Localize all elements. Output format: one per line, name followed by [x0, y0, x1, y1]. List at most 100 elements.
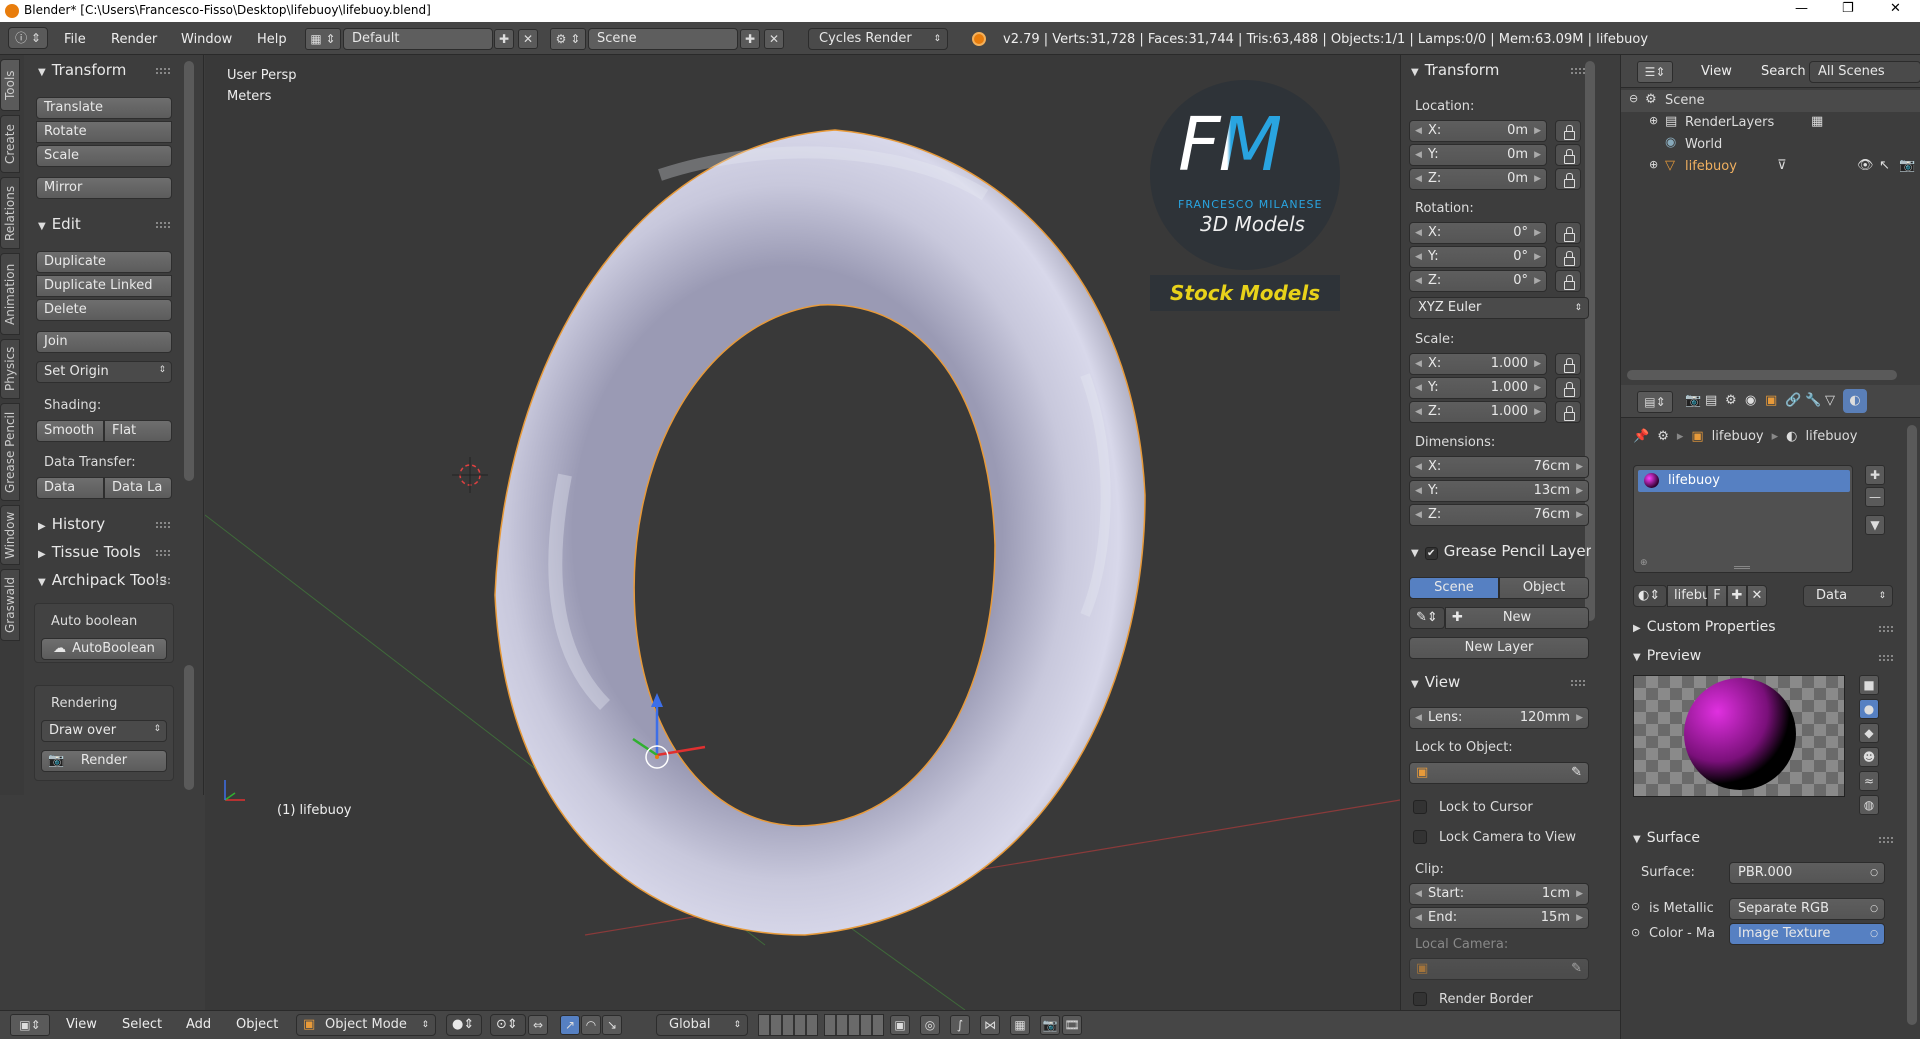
- tool-shelf-scrollbar-lower[interactable]: [184, 665, 194, 790]
- drag-handle-icon[interactable]: [156, 222, 170, 228]
- render-button[interactable]: 📷 Render: [41, 750, 167, 772]
- menu-help[interactable]: Help: [257, 32, 287, 47]
- opengl-anim-icon[interactable]: 🎞: [1062, 1015, 1082, 1035]
- drag-handle-icon[interactable]: [156, 550, 170, 556]
- render-camera-icon[interactable]: 📷: [1899, 158, 1915, 173]
- data-transfer-button[interactable]: Data: [36, 477, 104, 499]
- transform-header[interactable]: ▼ Transform: [38, 61, 126, 79]
- translate-manipulator-icon[interactable]: ↗: [560, 1015, 580, 1035]
- lock-camera-checkbox[interactable]: [1413, 830, 1427, 844]
- screen-layout-icon[interactable]: ▦ ⇕: [305, 28, 341, 50]
- draw-over-dropdown[interactable]: Draw over: [41, 720, 167, 742]
- preview-monkey-icon[interactable]: ☻: [1859, 747, 1879, 767]
- pivot-dropdown[interactable]: ⊙⇕: [490, 1014, 526, 1036]
- grease-pencil-layer-header[interactable]: ▼ ✔ Grease Pencil Layer: [1411, 542, 1591, 560]
- preview-header[interactable]: ▼ Preview: [1633, 648, 1701, 664]
- eyedropper-icon[interactable]: ✎: [1571, 763, 1582, 783]
- outliner-row-world[interactable]: ◉ World: [1621, 134, 1920, 156]
- layout-add-icon[interactable]: ✚: [494, 29, 514, 49]
- surface-node-field[interactable]: PBR.000 ○: [1729, 862, 1885, 884]
- gp-brush-icon[interactable]: ✎⇕: [1409, 607, 1445, 629]
- drag-handle-icon[interactable]: [156, 578, 170, 584]
- smooth-button[interactable]: Smooth: [36, 420, 104, 442]
- lock-to-cursor-checkbox[interactable]: [1413, 800, 1427, 814]
- add-menu[interactable]: Add: [186, 1017, 211, 1032]
- rotate-button[interactable]: Rotate: [36, 121, 172, 143]
- tab-relations[interactable]: Relations: [0, 177, 20, 249]
- object-menu[interactable]: Object: [236, 1017, 278, 1032]
- preview-sky-icon[interactable]: ◍: [1859, 795, 1879, 815]
- lock-location-y-icon[interactable]: [1555, 144, 1581, 166]
- outliner-search-menu[interactable]: Search: [1761, 64, 1806, 79]
- scene-add-icon[interactable]: ✚: [740, 29, 760, 49]
- lock-layers-icon[interactable]: ▣: [890, 1015, 910, 1035]
- tissue-tools-header[interactable]: ▶ Tissue Tools: [38, 543, 141, 561]
- dimension-x-field[interactable]: ◀ X: 76cm ▶: [1409, 456, 1589, 478]
- properties-editor-icon[interactable]: ▤⇕: [1637, 391, 1673, 413]
- lock-rotation-x-icon[interactable]: [1555, 222, 1581, 244]
- gp-new-layer-button[interactable]: New Layer: [1409, 637, 1589, 659]
- list-resize-grip[interactable]: [1734, 566, 1750, 569]
- flat-button[interactable]: Flat: [104, 420, 172, 442]
- scene-layers-grid-2[interactable]: [824, 1014, 884, 1036]
- outliner-row-renderlayers[interactable]: ⊕ ▤ RenderLayers ▦: [1621, 112, 1920, 134]
- translate-button[interactable]: Translate: [36, 97, 172, 119]
- data-layout-button[interactable]: Data La: [104, 477, 172, 499]
- location-y-field[interactable]: ◀ Y: 0m ▶: [1409, 144, 1547, 166]
- duplicate-button[interactable]: Duplicate: [36, 251, 172, 273]
- close-button[interactable]: ✕: [1890, 1, 1901, 16]
- info-editor-icon[interactable]: ⓘ ⇕: [8, 27, 48, 49]
- view-menu[interactable]: View: [66, 1017, 97, 1032]
- select-menu[interactable]: Select: [122, 1017, 162, 1032]
- lens-field[interactable]: ◀ Lens: 120mm ▶: [1409, 707, 1589, 729]
- outliner-row-scene[interactable]: ⊖ ⚙ Scene: [1621, 90, 1920, 112]
- lock-object-field[interactable]: ▣ ✎: [1409, 762, 1589, 784]
- gp-scene-toggle[interactable]: Scene: [1409, 577, 1499, 599]
- drag-handle-icon[interactable]: [1879, 655, 1893, 661]
- tab-tools[interactable]: Tools: [0, 59, 20, 111]
- lock-scale-y-icon[interactable]: [1555, 377, 1581, 399]
- tab-window[interactable]: Window: [0, 505, 20, 565]
- drag-handle-icon[interactable]: [156, 522, 170, 528]
- location-x-field[interactable]: ◀ X: 0m ▶: [1409, 120, 1547, 142]
- preview-cube-icon[interactable]: ◆: [1859, 723, 1879, 743]
- lock-location-z-icon[interactable]: [1555, 168, 1581, 190]
- renderlayer-restrict-icon[interactable]: ▦: [1811, 114, 1823, 129]
- tab-grease-pencil[interactable]: Grease Pencil: [0, 403, 20, 501]
- rotation-y-field[interactable]: ◀ Y: 0° ▶: [1409, 246, 1547, 268]
- grease-pencil-checkbox[interactable]: ✔: [1424, 547, 1438, 560]
- history-header[interactable]: ▶ History: [38, 515, 105, 533]
- menu-window[interactable]: Window: [181, 32, 232, 47]
- scene-layers-grid-1[interactable]: [758, 1014, 818, 1036]
- drag-handle-icon[interactable]: [156, 68, 170, 74]
- is-metallic-field[interactable]: Separate RGB ○: [1729, 898, 1885, 920]
- add-slot-button[interactable]: ✚: [1865, 465, 1885, 485]
- clip-end-field[interactable]: ◀ End: 15m ▶: [1409, 907, 1589, 929]
- preview-plane-icon[interactable]: ■: [1859, 675, 1879, 695]
- 3d-viewport[interactable]: User Persp Meters (1) lifebuoy FM FRANCE…: [205, 55, 1400, 1010]
- proportional-edit-icon[interactable]: ◎: [920, 1015, 940, 1035]
- editor-type-icon[interactable]: ▣⇕: [10, 1014, 50, 1036]
- proportional-falloff-icon[interactable]: ∫: [950, 1015, 970, 1035]
- dimension-y-field[interactable]: ◀ Y: 13cm ▶: [1409, 480, 1589, 502]
- scale-manipulator-icon[interactable]: ↘: [602, 1015, 622, 1035]
- drag-handle-icon[interactable]: [1879, 626, 1893, 632]
- drag-handle-icon[interactable]: [1571, 680, 1585, 686]
- material-slot-item[interactable]: lifebuoy: [1638, 470, 1850, 492]
- layout-field[interactable]: Default: [343, 28, 493, 50]
- slot-menu-button[interactable]: ▼: [1865, 515, 1885, 535]
- mesh-data-icon[interactable]: ⊽: [1777, 158, 1787, 173]
- render-engine-dropdown[interactable]: Cycles Render ⇕: [808, 28, 948, 50]
- visibility-eye-icon[interactable]: 👁: [1857, 158, 1874, 173]
- gp-new-button[interactable]: ✚ New: [1445, 607, 1589, 629]
- n-transform-header[interactable]: ▼ Transform: [1411, 61, 1499, 79]
- new-material-button[interactable]: ✚: [1727, 585, 1747, 607]
- custom-properties-header[interactable]: ▶ Custom Properties: [1633, 619, 1776, 635]
- drag-handle-icon[interactable]: [1879, 837, 1893, 843]
- layout-remove-icon[interactable]: ✕: [518, 29, 538, 49]
- mode-dropdown[interactable]: ▣ Object Mode ⇕: [296, 1014, 436, 1036]
- fake-user-button[interactable]: F: [1707, 585, 1727, 607]
- view-header[interactable]: ▼ View: [1411, 673, 1460, 691]
- preview-hair-icon[interactable]: ≈: [1859, 771, 1879, 791]
- outliner-filter-dropdown[interactable]: All Scenes: [1809, 61, 1920, 83]
